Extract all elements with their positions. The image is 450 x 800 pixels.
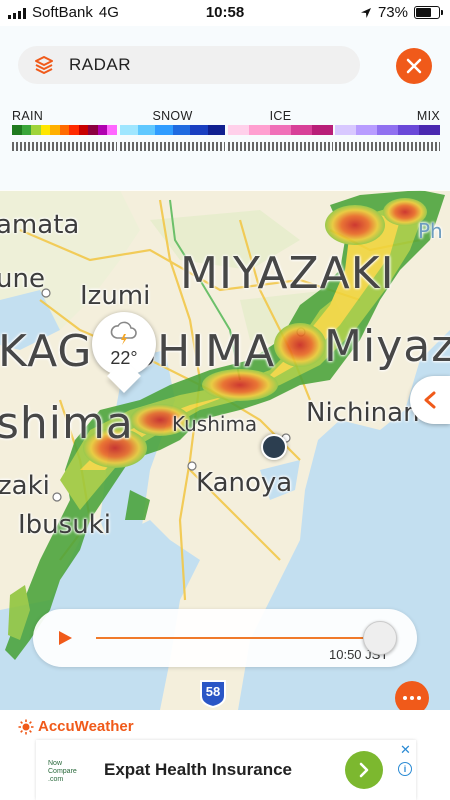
legend-color-swatch [12,125,22,135]
legend-color-bar [120,125,225,135]
place-label-une: une [0,264,45,294]
legend-label: ICE [269,109,292,123]
legend-color-swatch [172,125,190,135]
place-label-kagoshima-city: shima [0,398,134,449]
legend-color-swatch [120,125,138,135]
ad-banner[interactable]: Now Compare .com Expat Health Insurance … [36,740,416,800]
more-dot-icon [417,696,421,700]
legend-color-swatch [31,125,41,135]
legend-color-swatch [356,125,377,135]
legend-color-swatch [78,125,89,135]
legend-color-swatch [40,125,51,135]
radar-header: RADAR RAIN SNOW ICE MIX [0,26,450,191]
ad-close-icon[interactable]: ✕ [400,742,411,758]
timeline-scrubber[interactable] [363,621,397,655]
close-button[interactable] [396,48,432,84]
route-number: 58 [205,684,221,699]
sun-logo-icon [18,719,34,734]
legend-color-swatch [107,125,118,135]
place-label-amata: amata [0,210,80,240]
battery-percent: 73% [377,4,408,21]
layers-icon [35,56,53,74]
battery-icon [414,6,443,19]
legend-color-swatch [419,125,440,135]
legend-color-swatch [69,125,79,135]
current-location-marker [261,434,287,460]
legend-color-bar [228,125,333,135]
legend-snow: SNOW [120,109,225,151]
legend-color-swatch [207,125,225,135]
chevron-right-icon [359,762,369,778]
place-label-nichinan: Nichinan [306,398,420,428]
more-dot-icon [410,696,414,700]
ad-title: Expat Health Insurance [104,760,293,779]
ad-info-icon[interactable]: i [398,762,412,776]
legend-intensity-ticks [228,142,333,151]
place-label-kanoya: Kanoya [196,468,293,498]
legend-color-swatch [398,125,419,135]
layer-selector[interactable]: RADAR [18,46,360,84]
ad-open-button[interactable] [345,751,383,789]
chevron-left-icon [424,391,436,409]
place-label-zaki: zaki [0,471,50,501]
ad-logo: Now Compare .com [48,760,77,783]
close-icon [406,58,422,74]
legend-intensity-ticks [12,142,117,151]
timeline-track[interactable] [96,637,380,639]
legend-intensity-ticks [120,142,225,151]
current-weather-pin[interactable]: 22° [92,312,156,376]
battery-level [416,8,431,17]
legend-color-swatch [21,125,32,135]
legend-color-swatch [190,125,208,135]
legend-color-swatch [50,125,60,135]
legend-color-swatch [291,125,312,135]
place-label-ph: Ph [418,219,443,243]
legend-color-swatch [59,125,70,135]
side-panel-toggle[interactable] [410,376,450,424]
legend-mix: MIX [335,109,440,151]
footer: AccuWeather Now Compare .com Expat Healt… [0,710,450,800]
legend-color-swatch [312,125,333,135]
legend-color-swatch [88,125,98,135]
play-icon[interactable] [57,630,73,646]
place-label-ibusuki: Ibusuki [18,510,111,540]
legend-color-swatch [377,125,398,135]
place-label-izumi: Izumi [80,281,151,311]
legend-color-swatch [137,125,155,135]
legend-color-swatch [249,125,270,135]
more-dot-icon [403,696,407,700]
route-shield: 58 [198,678,228,709]
place-label-miyazaki-city: Miyaza [324,321,450,372]
legend-color-bar [12,125,118,135]
legend-label: MIX [416,109,440,123]
brand-name: AccuWeather [38,718,134,735]
legend-intensity-ticks [335,142,440,151]
legend-rain: RAIN [12,109,118,151]
radar-timeline-player: 10:50 JST [33,609,417,667]
legend-color-bar [335,125,440,135]
legend-color-swatch [228,125,249,135]
legend-color-swatch [155,125,173,135]
layer-title: RADAR [69,55,132,74]
accuweather-brand[interactable]: AccuWeather [18,718,134,735]
location-arrow-icon [360,7,371,18]
legend-color-swatch [97,125,108,135]
legend-color-swatch [270,125,291,135]
legend-label: RAIN [12,109,44,123]
current-temperature: 22° [110,348,138,368]
legend-label: SNOW [152,109,193,123]
legend-color-swatch [335,125,356,135]
status-bar: SoftBank 4G 10:58 73% [0,0,450,26]
place-label-miyazaki-prefecture: MIYAZAKI [180,248,395,299]
place-label-kushima: Kushima [172,412,258,436]
legend-ice: ICE [228,109,333,151]
thunderstorm-icon [110,321,137,345]
